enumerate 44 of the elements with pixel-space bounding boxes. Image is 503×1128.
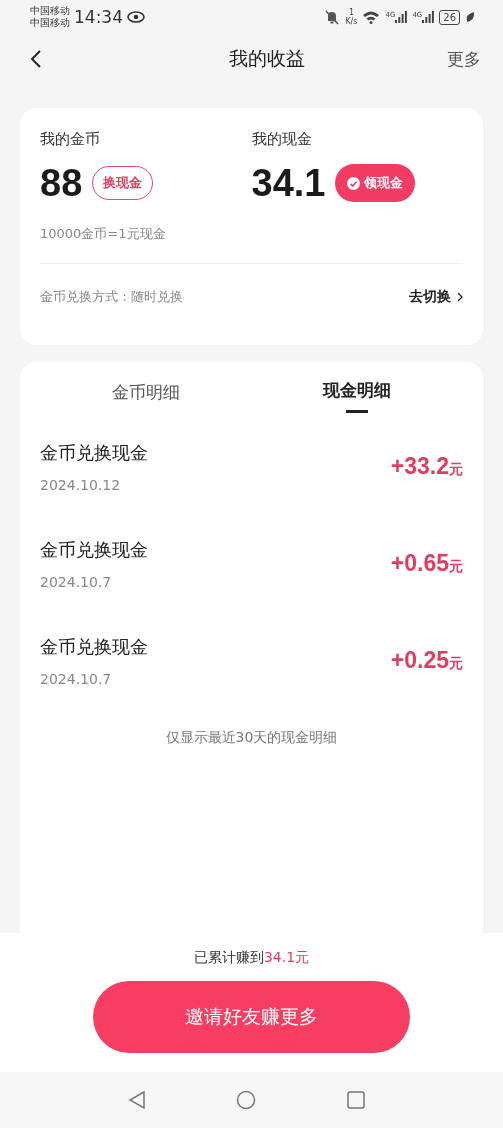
chevron-icon xyxy=(457,292,463,302)
exchange-rate: 10000金币=1元现金 xyxy=(40,225,463,264)
home-nav-button[interactable] xyxy=(235,1090,256,1110)
record-amount: +0.65元 xyxy=(390,550,463,577)
invite-button[interactable]: 邀请好友赚更多 xyxy=(93,981,410,1053)
speed-value: 1 xyxy=(348,8,354,17)
back-nav-button[interactable] xyxy=(127,1090,146,1110)
wallet-amount: 34.1 xyxy=(251,161,326,205)
history-note: 仅显示最近30天的现金明细 xyxy=(164,729,339,747)
carrier-name: 中国移动 xyxy=(30,17,70,29)
battery-level: 26 xyxy=(439,9,460,25)
square-icon xyxy=(345,1090,366,1110)
eye-icon xyxy=(127,11,145,23)
record-title: 金币兑换现金 xyxy=(40,440,148,465)
wallet-label: 我的现金 xyxy=(251,130,313,149)
more-button[interactable]: 更多 xyxy=(447,47,481,71)
check-icon xyxy=(347,176,361,190)
wifi-icon xyxy=(362,10,381,24)
tab[interactable]: 金币明细 xyxy=(40,368,252,416)
record-amount: +0.25元 xyxy=(390,647,463,674)
circle-icon xyxy=(235,1090,256,1110)
triangle-icon xyxy=(127,1090,146,1110)
exchange-mode: 金币兑换方式：随时兑换 xyxy=(40,288,183,306)
speed-unit: K/s xyxy=(345,17,358,26)
carrier-name: 中国移动 xyxy=(30,5,70,17)
signal-icon xyxy=(395,11,408,23)
record-title: 金币兑换现金 xyxy=(40,634,148,659)
total-earned: 已累计赚到34.1元 xyxy=(193,949,310,967)
record-date: 2024.10.12 xyxy=(40,476,122,493)
recents-nav-button[interactable] xyxy=(345,1090,366,1110)
record-title: 金币兑换现金 xyxy=(40,537,148,562)
leaf-icon xyxy=(465,11,475,23)
back-icon xyxy=(30,49,42,69)
record-date: 2024.10.7 xyxy=(40,670,113,687)
wallet-label: 我的金币 xyxy=(40,130,101,149)
wallet-amount: 88 xyxy=(40,161,83,205)
action-button[interactable]: 领现金 xyxy=(335,164,416,202)
page-title: 我的收益 xyxy=(228,46,305,71)
clock-time: 14:34 xyxy=(74,7,123,27)
record-amount: +33.2元 xyxy=(390,453,463,480)
signal-icon xyxy=(422,11,435,23)
switch-link[interactable]: 去切换 xyxy=(409,288,463,306)
muted-bell-icon xyxy=(324,9,341,25)
record-date: 2024.10.7 xyxy=(40,573,113,590)
